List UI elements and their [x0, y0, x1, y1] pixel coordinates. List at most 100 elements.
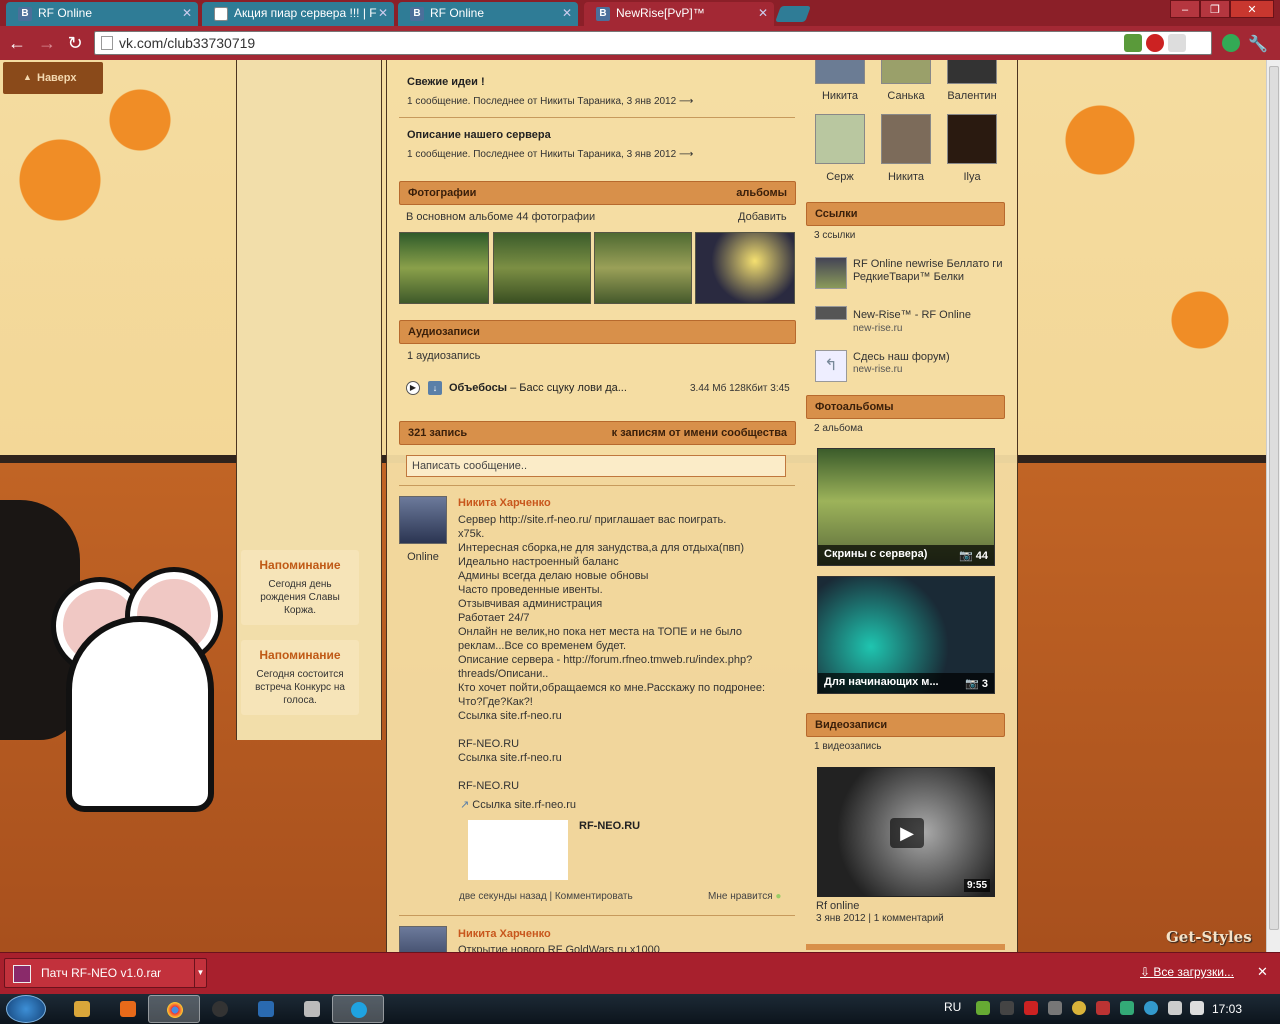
close-icon[interactable]: ✕ [1257, 964, 1268, 980]
audio-track[interactable]: Объебосы – Басс сцуку лови да... [449, 382, 627, 394]
language-indicator[interactable]: RU [944, 1000, 961, 1014]
adblock-icon[interactable] [1146, 34, 1164, 52]
clock[interactable]: 17:03 [1212, 1002, 1242, 1016]
tab-rf-online-1[interactable]: B RF Online ✕ [6, 2, 198, 26]
video-title[interactable]: Rf online [816, 900, 859, 912]
network-icon[interactable] [1168, 1001, 1182, 1015]
video-thumbnail[interactable]: ▶ 9:55 [817, 767, 995, 897]
taskbar-app[interactable] [240, 995, 292, 1023]
link-thumbnail[interactable] [815, 306, 847, 320]
link-title[interactable]: RF Online newrise Беллато ги РедкиеТвари… [853, 258, 1003, 284]
play-icon[interactable]: ▶ [890, 818, 924, 848]
tray-icon[interactable] [1120, 1001, 1134, 1015]
friend-avatar[interactable] [947, 114, 997, 164]
tray-icon[interactable] [1048, 1001, 1062, 1015]
address-bar[interactable]: vk.com/club33730719 [94, 31, 1212, 55]
forward-icon[interactable]: → [36, 33, 58, 53]
photo-thumbnail[interactable] [695, 232, 795, 304]
link-icon[interactable]: ↰ [815, 350, 847, 382]
extension-icon[interactable] [1124, 34, 1142, 52]
link-preview-title[interactable]: RF-NEO.RU [579, 820, 640, 832]
close-icon[interactable]: ✕ [758, 6, 768, 20]
albums-header[interactable]: Фотоальбомы [806, 395, 1005, 419]
minimize-button[interactable]: – [1170, 0, 1200, 18]
play-icon[interactable]: ▶ [406, 381, 420, 395]
close-icon[interactable]: ✕ [562, 6, 572, 20]
taskbar-explorer[interactable] [56, 995, 108, 1023]
post-input[interactable]: Написать сообщение.. [406, 455, 786, 477]
close-icon[interactable]: ✕ [182, 6, 192, 20]
videos-header[interactable]: Видеозаписи [806, 713, 1005, 737]
audio-artist[interactable]: Объебосы [449, 382, 507, 394]
bookmark-star-icon[interactable]: ☆ [1190, 34, 1208, 53]
taskbar-media[interactable] [102, 995, 154, 1023]
reload-icon[interactable]: ↻ [64, 33, 86, 53]
tray-icon[interactable] [1072, 1001, 1086, 1015]
post-time[interactable]: две секунды назад [459, 891, 547, 902]
photo-thumbnail[interactable] [399, 232, 489, 304]
comment-link[interactable]: Комментировать [555, 891, 633, 902]
topic-title[interactable]: Свежие идеи ! [407, 76, 485, 88]
friend-name[interactable]: Никита [876, 171, 936, 183]
album-card[interactable]: Для начинающих м... 📷 3 [817, 576, 995, 694]
arrow-right-icon[interactable]: ⟶ [679, 149, 693, 160]
avatar[interactable] [399, 496, 447, 544]
photos-header[interactable]: Фотографии альбомы [399, 181, 796, 205]
taskbar-skype[interactable] [332, 995, 384, 1023]
link-title[interactable]: Сдесь наш форум) [853, 351, 950, 364]
photo-thumbnail[interactable] [594, 232, 692, 304]
friend-avatar[interactable] [881, 114, 931, 164]
friend-avatar[interactable] [881, 60, 931, 84]
albums-link[interactable]: альбомы [736, 187, 787, 199]
tray-icon[interactable] [1144, 1001, 1158, 1015]
tab-newrise[interactable]: B NewRise[PvP]™ ✕ [584, 2, 774, 26]
tray-icon[interactable] [1024, 1001, 1038, 1015]
scrollbar-thumb[interactable] [1269, 66, 1279, 930]
close-icon[interactable]: ✕ [378, 6, 388, 20]
friend-name[interactable]: Серж [810, 171, 870, 183]
start-button[interactable] [6, 995, 46, 1023]
friend-name[interactable]: Санька [876, 90, 936, 102]
post-link[interactable]: ↗ Ссылка site.rf-neo.ru [460, 798, 576, 811]
download-icon[interactable]: ↓ [428, 381, 442, 395]
audio-count[interactable]: 1 аудиозапись [407, 350, 480, 362]
photo-thumbnail[interactable] [493, 232, 591, 304]
albums-count[interactable]: 2 альбома [814, 423, 863, 434]
extension-icon[interactable] [1222, 34, 1240, 52]
topic-title[interactable]: Описание нашего сервера [407, 129, 551, 141]
links-count[interactable]: 3 ссылки [814, 230, 855, 241]
taskbar-chrome[interactable] [148, 995, 200, 1023]
friend-name[interactable]: Никита [810, 90, 870, 102]
tab-promo[interactable]: Акция пиар сервера !!! | F ✕ [202, 2, 394, 26]
download-item[interactable]: Патч RF-NEO v1.0.rar ▼ [4, 958, 207, 988]
post-author[interactable]: Никита Харченко [458, 497, 551, 509]
arrow-right-icon[interactable]: ⟶ [679, 96, 693, 107]
back-icon[interactable]: ← [6, 33, 28, 53]
community-posts-link[interactable]: к записям от имени сообщества [612, 427, 787, 439]
page-scrollbar[interactable] [1266, 60, 1280, 952]
extension-icon[interactable] [1168, 34, 1186, 52]
link-preview-image[interactable] [468, 820, 568, 880]
wall-header[interactable]: 321 запись к записям от имени сообщества [399, 421, 796, 445]
taskbar-app[interactable] [286, 995, 338, 1023]
taskbar-steam[interactable] [194, 995, 246, 1023]
links-header[interactable]: Ссылки [806, 202, 1005, 226]
maximize-button[interactable]: ❐ [1200, 0, 1230, 18]
friend-name[interactable]: Ilya [942, 171, 1002, 183]
tab-rf-online-2[interactable]: B RF Online ✕ [398, 2, 578, 26]
friend-name[interactable]: Валентин [942, 90, 1002, 102]
videos-count[interactable]: 1 видеозапись [814, 741, 881, 752]
tray-icon[interactable] [976, 1001, 990, 1015]
all-downloads-link[interactable]: ⇩ Все загрузки... [1140, 965, 1234, 979]
avatar[interactable] [399, 926, 447, 952]
audio-header[interactable]: Аудиозаписи [399, 320, 796, 344]
post-author[interactable]: Никита Харченко [458, 928, 551, 940]
window-close-button[interactable]: ✕ [1230, 0, 1274, 18]
tray-icon[interactable] [1096, 1001, 1110, 1015]
link-thumbnail[interactable] [815, 257, 847, 289]
chevron-down-icon[interactable]: ▼ [194, 959, 206, 987]
friend-avatar[interactable] [815, 114, 865, 164]
video-comments-link[interactable]: 1 комментарий [874, 913, 944, 924]
wrench-icon[interactable]: 🔧 [1248, 34, 1268, 54]
friend-avatar[interactable] [815, 60, 865, 84]
